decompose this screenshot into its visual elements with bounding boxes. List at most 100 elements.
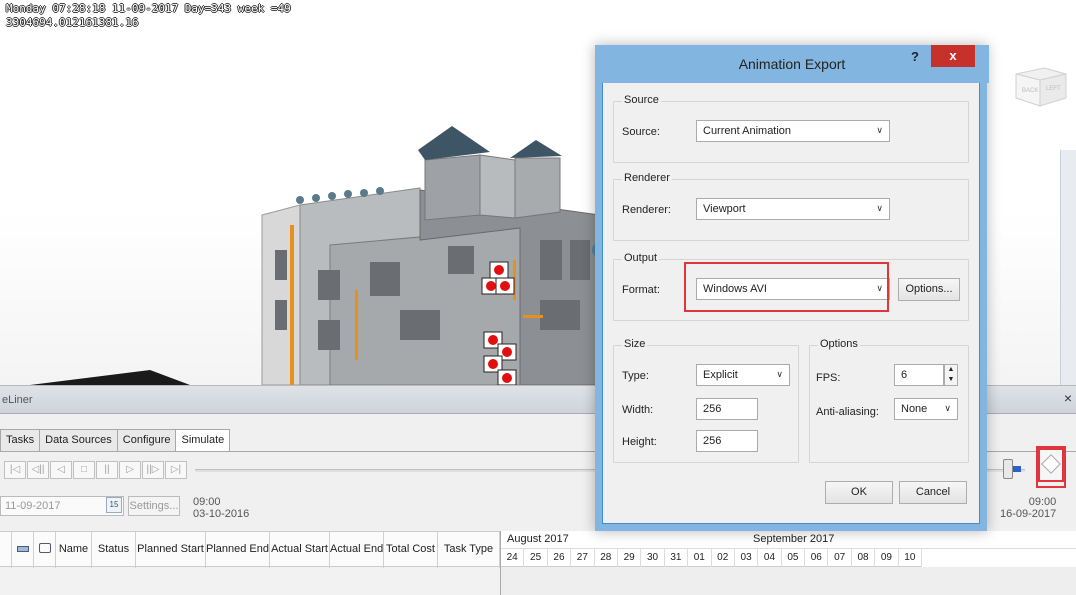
overlay-datetime: Monday 07:28:18 11-09-2017 Day=343 week … [6, 2, 291, 15]
renderer-select-value: Viewport [703, 203, 746, 215]
chevron-down-icon: ∨ [876, 203, 883, 213]
column-status[interactable]: Status [92, 532, 136, 568]
source-group: Source Source: Current Animation ∨ [613, 94, 969, 163]
output-group-label: Output [622, 252, 660, 264]
tab-simulate[interactable]: Simulate [175, 429, 231, 452]
width-input[interactable]: 256 [696, 398, 758, 420]
gantt-chart[interactable]: August 2017 September 2017 24 25 26 27 2… [500, 531, 1076, 595]
timeliner-tabs: Tasks Data Sources Configure Simulate [0, 429, 231, 452]
fps-input[interactable]: 6 [894, 364, 944, 386]
antialias-select[interactable]: None ∨ [894, 398, 958, 420]
gantt-day: 28 [595, 549, 618, 567]
timeline-start: 09:00 03-10-2016 [193, 496, 249, 520]
spin-down-icon[interactable]: ▼ [945, 375, 957, 385]
gantt-day: 31 [665, 549, 689, 567]
gantt-day: 29 [618, 549, 642, 567]
column-actual-end[interactable]: Actual End [330, 532, 384, 568]
renderer-group: Renderer Renderer: Viewport ∨ [613, 172, 969, 241]
gantt-day: 07 [828, 549, 852, 567]
spin-up-icon[interactable]: ▲ [945, 365, 957, 375]
antialias-select-value: None [901, 403, 928, 415]
gantt-day: 02 [712, 549, 735, 567]
comment-icon [38, 543, 51, 553]
navigation-bar[interactable] [1060, 150, 1076, 385]
gantt-months-row: August 2017 September 2017 [501, 531, 1076, 549]
column-planned-end[interactable]: Planned End [206, 532, 270, 568]
ok-button[interactable]: OK [825, 481, 893, 504]
antialias-label: Anti-aliasing: [816, 406, 879, 418]
renderer-select[interactable]: Viewport ∨ [696, 198, 890, 220]
stop-button[interactable]: □ [73, 461, 95, 479]
source-select-value: Current Animation [703, 125, 792, 137]
pause-button[interactable]: || [96, 461, 118, 479]
gantt-day: 30 [641, 549, 665, 567]
fps-label: FPS: [816, 372, 841, 384]
dialog-titlebar[interactable]: Animation Export ? x [595, 45, 989, 83]
export-button-highlight [1036, 446, 1066, 488]
height-input[interactable]: 256 [696, 430, 758, 452]
gantt-day: 06 [805, 549, 829, 567]
gantt-day: 05 [782, 549, 806, 567]
chevron-down-icon: ∨ [876, 125, 883, 135]
gantt-day: 03 [735, 549, 759, 567]
type-label: Type: [622, 370, 649, 382]
forward-end-button[interactable]: ▷| [165, 461, 187, 479]
source-group-label: Source [622, 94, 661, 106]
chevron-down-icon: ∨ [776, 369, 783, 379]
settings-button[interactable]: Settings... [128, 496, 180, 516]
gantt-day: 08 [852, 549, 876, 567]
type-select[interactable]: Explicit ∨ [696, 364, 790, 386]
view-cube[interactable]: BACK LEFT [1010, 62, 1070, 108]
tab-configure[interactable]: Configure [116, 429, 177, 451]
column-spacer [0, 532, 12, 568]
fps-spinner[interactable]: ▲ ▼ [944, 364, 958, 386]
options-group-label: Options [818, 338, 860, 350]
source-label: Source: [622, 126, 660, 138]
gantt-day: 10 [899, 549, 923, 567]
step-forward-frame-button[interactable]: ||▷ [142, 461, 164, 479]
dialog-close-button[interactable]: x [931, 45, 975, 67]
gantt-day: 24 [501, 549, 525, 567]
cancel-button[interactable]: Cancel [899, 481, 967, 504]
tab-tasks[interactable]: Tasks [0, 429, 41, 451]
size-group-label: Size [622, 338, 648, 350]
timeline-slider-marker [1012, 466, 1021, 472]
timeline-start-date: 03-10-2016 [193, 508, 250, 520]
column-task-type[interactable]: Task Type [438, 532, 500, 568]
timeliner-title: eLiner [2, 394, 33, 406]
gantt-month-september: September 2017 [753, 533, 835, 545]
timeline-slider-thumb[interactable] [1002, 459, 1013, 479]
toggle-icon [16, 546, 29, 552]
chevron-down-icon: ∨ [944, 403, 951, 413]
view-cube-left-label: LEFT [1046, 86, 1061, 92]
options-button[interactable]: Options... [898, 278, 960, 301]
play-button[interactable]: ▷ [119, 461, 141, 479]
source-select[interactable]: Current Animation ∨ [696, 120, 890, 142]
gantt-body[interactable] [501, 567, 1076, 595]
column-name[interactable]: Name [56, 532, 92, 568]
type-select-value: Explicit [703, 369, 738, 381]
calendar-icon[interactable]: 15 [106, 497, 122, 513]
column-total-cost[interactable]: Total Cost [384, 532, 438, 568]
gantt-days-row: 24 25 26 27 28 29 30 31 01 02 03 04 05 0… [501, 549, 923, 567]
renderer-group-label: Renderer [622, 172, 672, 184]
gantt-day: 25 [524, 549, 548, 567]
format-highlight [684, 262, 889, 312]
step-back-button[interactable]: ◁ [50, 461, 72, 479]
column-actual-start[interactable]: Actual Start [270, 532, 330, 568]
step-back-frame-button[interactable]: ◁|| [27, 461, 49, 479]
size-group: Size Type: Explicit ∨ Width: 256 Height:… [613, 338, 799, 463]
dialog-title: Animation Export [738, 56, 846, 72]
column-active[interactable] [12, 532, 34, 568]
playback-controls: |◁ ◁|| ◁ □ || ▷ ||▷ ▷| [4, 461, 188, 479]
gantt-day: 27 [571, 549, 595, 567]
tab-data-sources[interactable]: Data Sources [39, 429, 118, 451]
timeline-end-time: 09:00 [1028, 496, 1057, 508]
timeliner-close-button[interactable]: × [1064, 390, 1072, 406]
format-label: Format: [622, 284, 660, 296]
column-comments[interactable] [34, 532, 56, 568]
column-planned-start[interactable]: Planned Start [136, 532, 206, 568]
rewind-start-button[interactable]: |◁ [4, 461, 26, 479]
view-cube-back-label: BACK [1022, 88, 1038, 94]
dialog-help-button[interactable]: ? [905, 49, 925, 64]
